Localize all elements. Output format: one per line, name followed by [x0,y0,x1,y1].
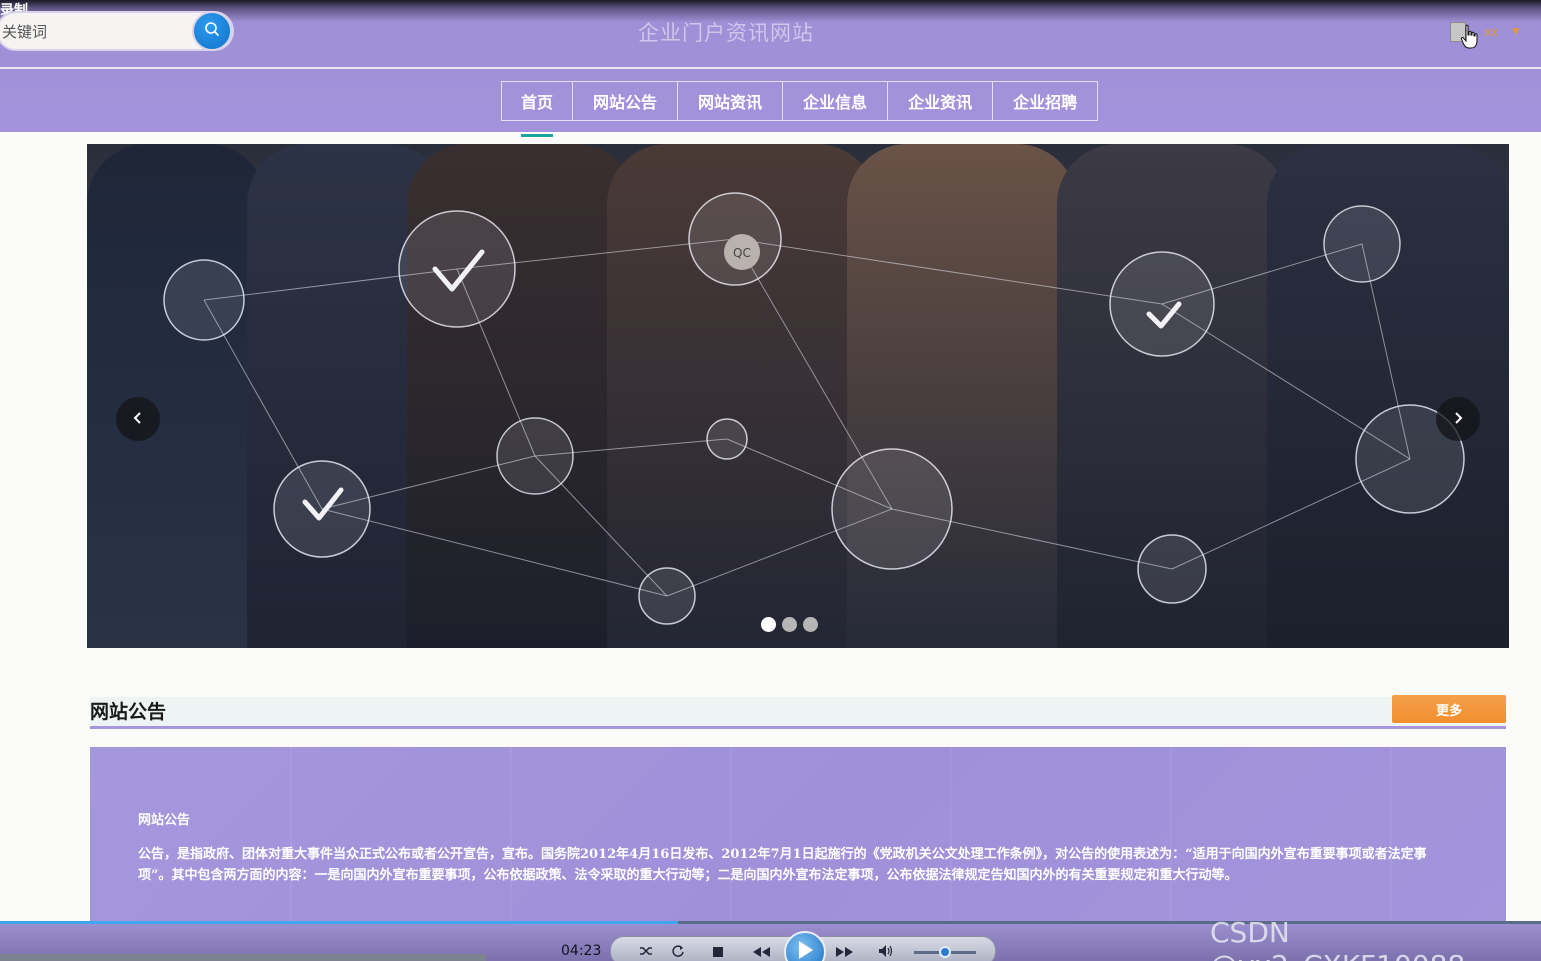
repeat-button[interactable] [669,943,687,961]
fast-forward-button[interactable] [833,943,857,961]
rewind-button[interactable] [749,943,773,961]
carousel-next-button[interactable] [1436,397,1480,441]
more-button[interactable]: 更多 [1392,695,1506,723]
nav-item-company-info[interactable]: 企业信息 [783,82,889,120]
nav-item-company-news[interactable]: 企业资讯 [888,82,994,120]
volume-slider-handle[interactable] [939,946,951,958]
stop-icon [712,943,724,961]
qc-badge-text: QC [733,246,751,260]
username[interactable]: xx [1484,25,1498,39]
nav-item-site-news[interactable]: 网站资讯 [678,82,784,120]
network-overlay: QC [163,192,1465,625]
stop-button[interactable] [709,943,727,961]
carousel-dot-3[interactable] [803,617,818,632]
speaker-icon [878,943,894,961]
chevron-down-icon[interactable]: ▼ [1512,27,1519,37]
chevron-right-icon [1451,410,1465,429]
play-icon [796,940,814,961]
chevron-left-icon [131,410,145,429]
banner-carousel[interactable]: QC [87,144,1509,648]
player-controls [610,931,996,961]
rewind-icon [751,943,771,961]
nav-active-indicator [521,134,553,137]
repeat-icon [671,943,685,961]
watermark: CSDN @vx2_CXKF10088 [1210,916,1465,961]
carousel-dots [761,617,824,632]
carousel-dot-1[interactable] [761,617,776,632]
play-button[interactable] [784,931,826,961]
fast-forward-icon [835,943,855,961]
notice-text: 公告，是指政府、团体对重大事件当众正式公布或者公开宣告，宣布。国务院2012年4… [138,847,1427,883]
notice-title: 网站公告 [138,813,191,828]
carousel-dot-2[interactable] [782,617,797,632]
carousel-prev-button[interactable] [116,397,160,441]
header-divider [0,67,1541,69]
nav-item-announcements[interactable]: 网站公告 [573,82,679,120]
shuffle-icon [639,943,653,961]
progress-fill [0,921,679,924]
top-header: 录制 企业门户资讯网站 xx ▼ 首页 网站公告 网站资讯 企业信息 企业资讯 … [0,0,1541,132]
section-header: 网站公告 [90,697,1506,729]
site-title: 企业门户资讯网站 [638,21,814,45]
nav-item-recruitment[interactable]: 企业招聘 [993,82,1097,120]
player-status-bar [0,954,486,961]
nav-item-home[interactable]: 首页 [502,82,574,120]
timecode: 04:23 [561,943,602,959]
volume-button[interactable] [877,943,895,961]
main-nav: 首页 网站公告 网站资讯 企业信息 企业资讯 企业招聘 [501,81,1099,121]
shuffle-button[interactable] [637,943,655,961]
hand-cursor-icon [1460,24,1480,54]
section-title: 网站公告 [90,701,167,723]
